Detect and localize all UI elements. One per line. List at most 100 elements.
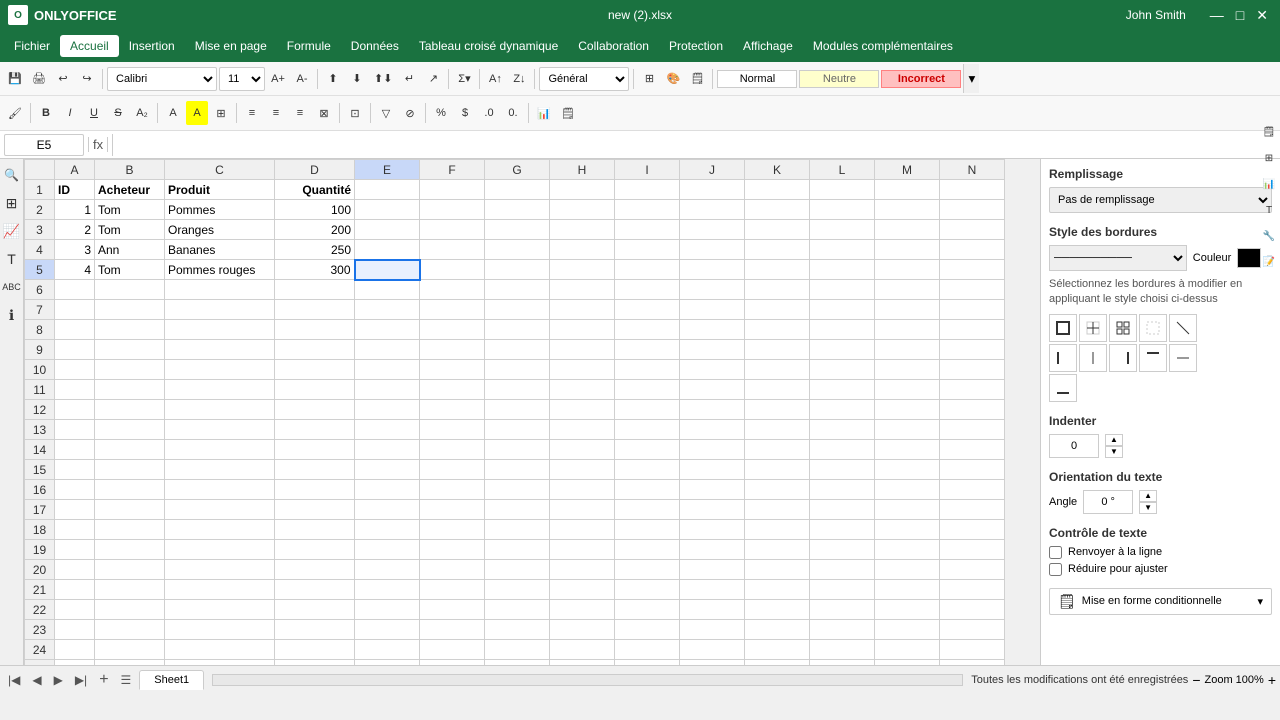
col-header-G[interactable]: G — [485, 160, 550, 180]
underline-btn[interactable]: U — [83, 101, 105, 125]
cell-F2[interactable] — [420, 200, 485, 220]
col-header-E[interactable]: E — [355, 160, 420, 180]
menu-insertion[interactable]: Insertion — [119, 35, 185, 57]
cell-I5[interactable] — [615, 260, 680, 280]
angle-input[interactable] — [1083, 490, 1133, 514]
border-top-btn[interactable] — [1139, 344, 1167, 372]
format-left-btn[interactable]: ⊞ — [1, 191, 23, 215]
indent-input[interactable] — [1049, 434, 1099, 458]
cell-I4[interactable] — [615, 240, 680, 260]
currency-btn[interactable]: $ — [454, 101, 476, 125]
cell-I1[interactable] — [615, 180, 680, 200]
cell-J5[interactable] — [680, 260, 745, 280]
sheet-last-btn[interactable]: ▶| — [71, 671, 91, 689]
dec-inc-btn[interactable]: .0 — [478, 101, 500, 125]
indent-up-btn[interactable]: ▲ — [1105, 434, 1123, 446]
cell-C4[interactable]: Bananes — [165, 240, 275, 260]
align-right-btn[interactable]: ≡ — [289, 101, 311, 125]
menu-formule[interactable]: Formule — [277, 35, 341, 57]
cell-A1[interactable]: ID — [55, 180, 95, 200]
search-left-btn[interactable]: 🔍 — [1, 163, 23, 187]
align-left-btn[interactable]: ≡ — [241, 101, 263, 125]
cell-E4[interactable] — [355, 240, 420, 260]
sheet-list-btn[interactable]: ☰ — [117, 673, 136, 687]
strikethrough-btn[interactable]: S — [107, 101, 129, 125]
border-none-btn[interactable] — [1139, 314, 1167, 342]
bg-color-btn[interactable]: A — [186, 101, 208, 125]
cell-F5[interactable] — [420, 260, 485, 280]
remplissage-select[interactable]: Pas de remplissage — [1049, 187, 1272, 213]
border-right-btn[interactable] — [1109, 344, 1137, 372]
font-family-select[interactable]: Calibri — [107, 67, 217, 91]
add-sheet-btn[interactable]: + — [95, 671, 112, 689]
col-header-L[interactable]: L — [810, 160, 875, 180]
align-bottom[interactable]: ⬆⬇ — [370, 67, 396, 91]
cell-C1[interactable]: Produit — [165, 180, 275, 200]
cell-C2[interactable]: Pommes — [165, 200, 275, 220]
indent-down-btn[interactable]: ▼ — [1105, 446, 1123, 458]
cell-C5[interactable]: Pommes rouges — [165, 260, 275, 280]
menu-fichier[interactable]: Fichier — [4, 35, 60, 57]
style-normal-btn[interactable]: Normal — [717, 70, 797, 88]
cell-G5[interactable] — [485, 260, 550, 280]
table-btn[interactable]: ⊞ — [638, 67, 660, 91]
close-btn[interactable]: ✕ — [1252, 7, 1272, 24]
cell-ref-input[interactable]: E5 — [4, 134, 84, 156]
filter-clear-btn[interactable]: ⊘ — [399, 101, 421, 125]
text-orient[interactable]: ↗ — [422, 67, 444, 91]
subscript-btn[interactable]: A₂ — [131, 101, 153, 125]
col-header-D[interactable]: D — [275, 160, 355, 180]
text-left-btn[interactable]: T — [1, 247, 23, 271]
border-style-select[interactable]: ────────── — [1049, 245, 1187, 271]
reduire-checkbox[interactable] — [1049, 563, 1062, 576]
cond-fmt-btn[interactable]: 🎨 — [662, 67, 684, 91]
cell-N4[interactable] — [940, 240, 1005, 260]
cell-H4[interactable] — [550, 240, 615, 260]
cell-G4[interactable] — [485, 240, 550, 260]
cell-I3[interactable] — [615, 220, 680, 240]
borders-btn[interactable]: ⊞ — [210, 101, 232, 125]
menu-accueil[interactable]: Accueil — [60, 35, 119, 57]
sheet-next-btn[interactable]: ▶ — [50, 671, 67, 689]
border-center-v-btn[interactable] — [1079, 344, 1107, 372]
abc-left-btn[interactable]: ABC — [1, 275, 23, 299]
cell-N3[interactable] — [940, 220, 1005, 240]
right-icon-6[interactable]: 📝 — [1258, 250, 1280, 274]
cell-F4[interactable] — [420, 240, 485, 260]
font-color-btn[interactable]: A — [162, 101, 184, 125]
border-all-btn[interactable] — [1109, 314, 1137, 342]
font-size-dec[interactable]: A- — [291, 67, 313, 91]
italic-btn[interactable]: I — [59, 101, 81, 125]
menu-modules[interactable]: Modules complémentaires — [803, 35, 963, 57]
cell-A5[interactable]: 4 — [55, 260, 95, 280]
cell-A2[interactable]: 1 — [55, 200, 95, 220]
cell-K2[interactable] — [745, 200, 810, 220]
table2-btn[interactable]: 📊 — [533, 101, 555, 125]
border-bottom-btn[interactable] — [1049, 374, 1077, 402]
copy-style-btn[interactable]: 🖌 — [4, 101, 26, 125]
sort-za[interactable]: Z↓ — [508, 67, 530, 91]
menu-mise-en-page[interactable]: Mise en page — [185, 35, 277, 57]
border-outer-btn[interactable] — [1049, 314, 1077, 342]
sheet-tab-1[interactable]: Sheet1 — [139, 670, 204, 690]
cell-F1[interactable] — [420, 180, 485, 200]
cell-L3[interactable] — [810, 220, 875, 240]
cell-M2[interactable] — [875, 200, 940, 220]
styles-dropdown-btn[interactable]: ▾ — [963, 64, 979, 93]
spreadsheet[interactable]: A B C D E F G H I J K L M N — [24, 159, 1040, 665]
border-inner-btn[interactable] — [1079, 314, 1107, 342]
align-center-btn[interactable]: ≡ — [265, 101, 287, 125]
cell-D1[interactable]: Quantité — [275, 180, 355, 200]
cell-M1[interactable] — [875, 180, 940, 200]
border-middle-h-btn[interactable] — [1169, 344, 1197, 372]
save-btn[interactable]: 💾 — [4, 67, 26, 91]
cell-B1[interactable]: Acheteur — [95, 180, 165, 200]
col-header-M[interactable]: M — [875, 160, 940, 180]
cell-J4[interactable] — [680, 240, 745, 260]
chart-left-btn[interactable]: 📈 — [1, 219, 23, 243]
cell-M5[interactable] — [875, 260, 940, 280]
menu-tableau-croise[interactable]: Tableau croisé dynamique — [409, 35, 568, 57]
col-header-H[interactable]: H — [550, 160, 615, 180]
font-size-select[interactable]: 11 — [219, 67, 265, 91]
cell-I2[interactable] — [615, 200, 680, 220]
